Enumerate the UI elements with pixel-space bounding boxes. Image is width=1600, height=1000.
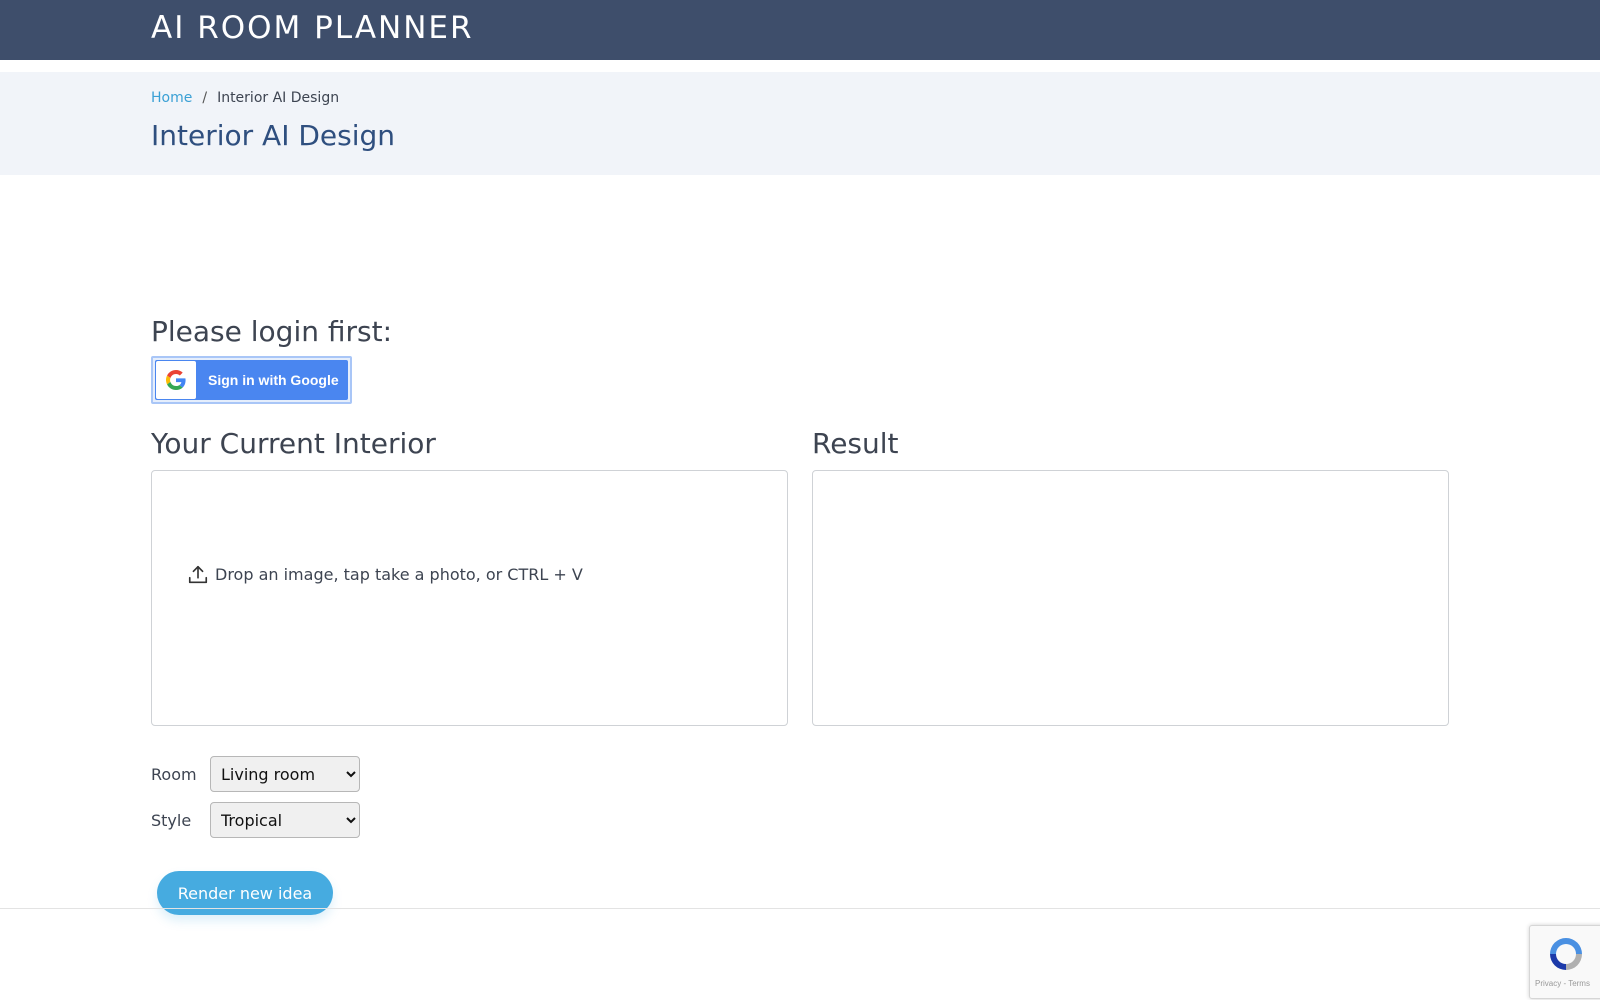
login-heading: Please login first: [151, 315, 393, 348]
google-signin-button[interactable]: Sign in with Google [155, 360, 348, 400]
style-select[interactable]: Tropical [210, 802, 360, 838]
recaptcha-links[interactable]: Privacy - Terms [1535, 979, 1590, 988]
breadcrumb: Home / Interior AI Design [151, 88, 339, 108]
image-upload-panel[interactable]: Drop an image, tap take a photo, or CTRL… [151, 470, 788, 726]
page-title-band: Home / Interior AI Design Interior AI Desi… [0, 72, 1600, 175]
breadcrumb-current: Interior AI Design [217, 90, 340, 106]
google-signin-label: Sign in with Google [208, 372, 339, 388]
recaptcha-logo-icon [1550, 938, 1582, 970]
google-logo-icon [156, 361, 196, 399]
result-panel [812, 470, 1449, 726]
room-select[interactable]: Living room [210, 756, 360, 792]
recaptcha-badge[interactable]: Privacy - Terms [1529, 925, 1600, 999]
google-signin-wrapper: Sign in with Google [151, 356, 352, 404]
breadcrumb-separator: / [202, 90, 208, 106]
upload-icon [188, 565, 208, 584]
page-title: Interior AI Design [151, 119, 396, 152]
room-row: Room Living room [151, 756, 360, 792]
style-label: Style [151, 810, 192, 830]
site-logo[interactable]: AI ROOM PLANNER [151, 8, 474, 48]
current-interior-heading: Your Current Interior [151, 427, 436, 460]
dropzone-text: Drop an image, tap take a photo, or CTRL… [215, 565, 583, 584]
room-label: Room [151, 764, 197, 784]
result-heading: Result [812, 427, 899, 460]
image-dropzone[interactable]: Drop an image, tap take a photo, or CTRL… [187, 563, 583, 587]
footer-divider [0, 908, 1600, 909]
site-header: AI ROOM PLANNER [0, 0, 1600, 60]
breadcrumb-home-link[interactable]: Home [151, 90, 192, 106]
style-row: Style Tropical [151, 802, 360, 838]
